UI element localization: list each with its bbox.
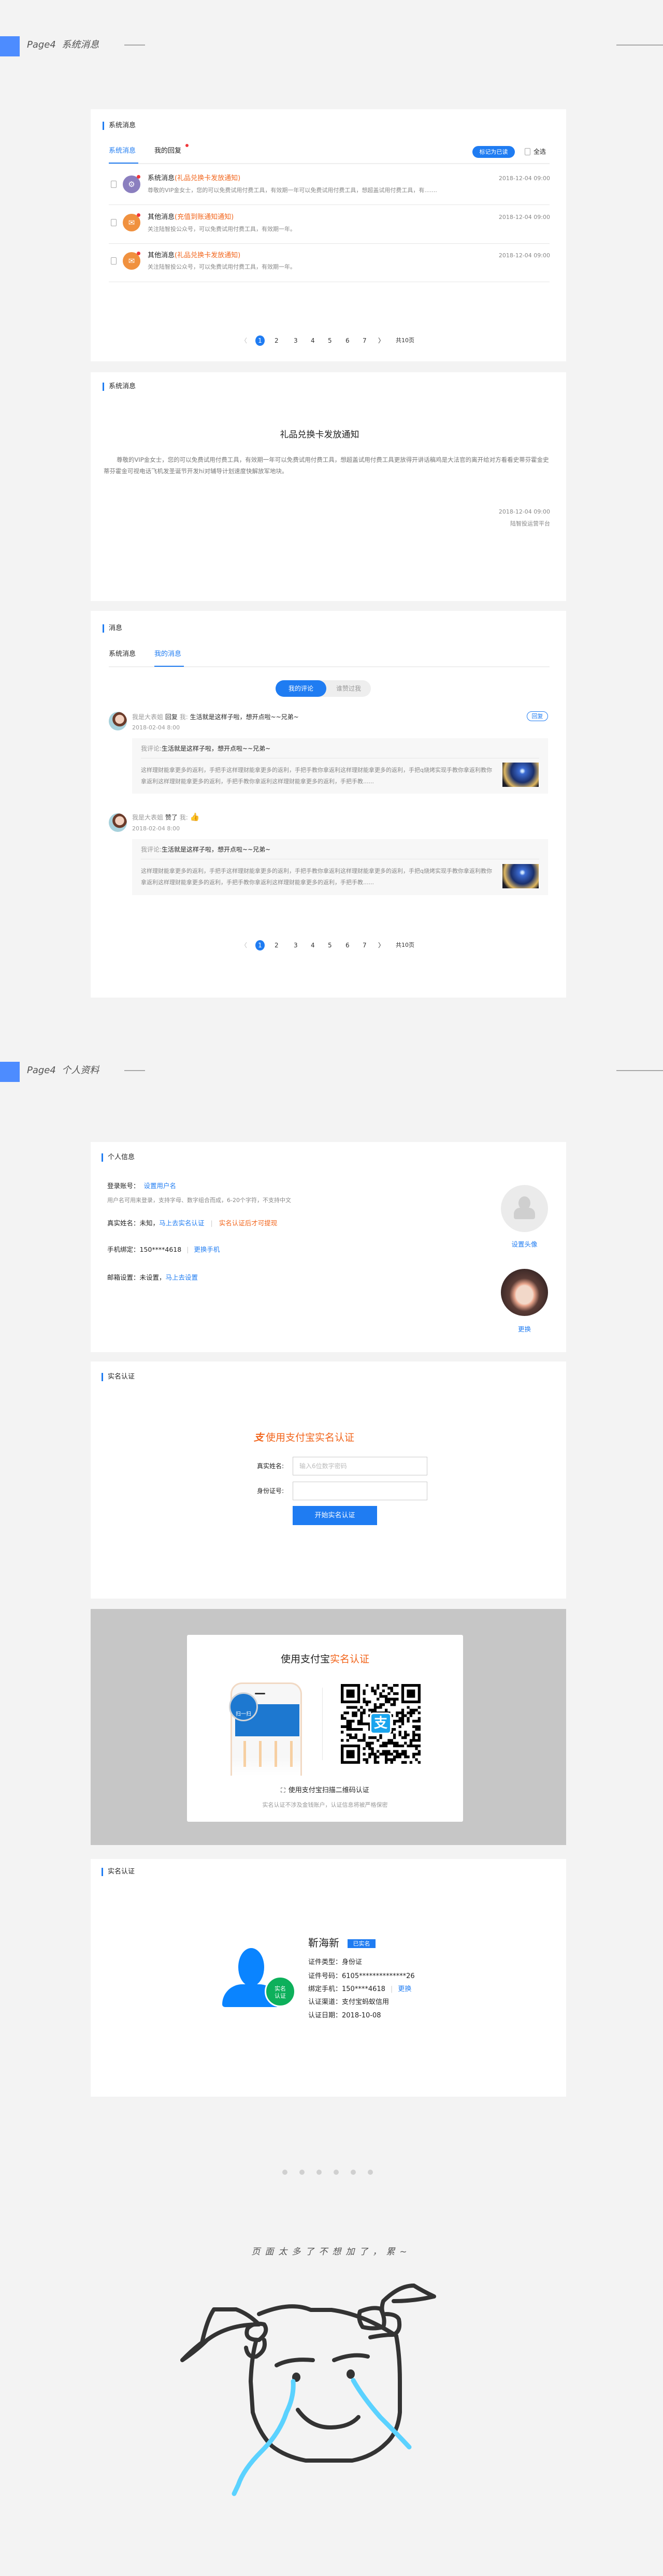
right-eye — [347, 2369, 355, 2379]
crying-face-doodle — [180, 2284, 436, 2496]
